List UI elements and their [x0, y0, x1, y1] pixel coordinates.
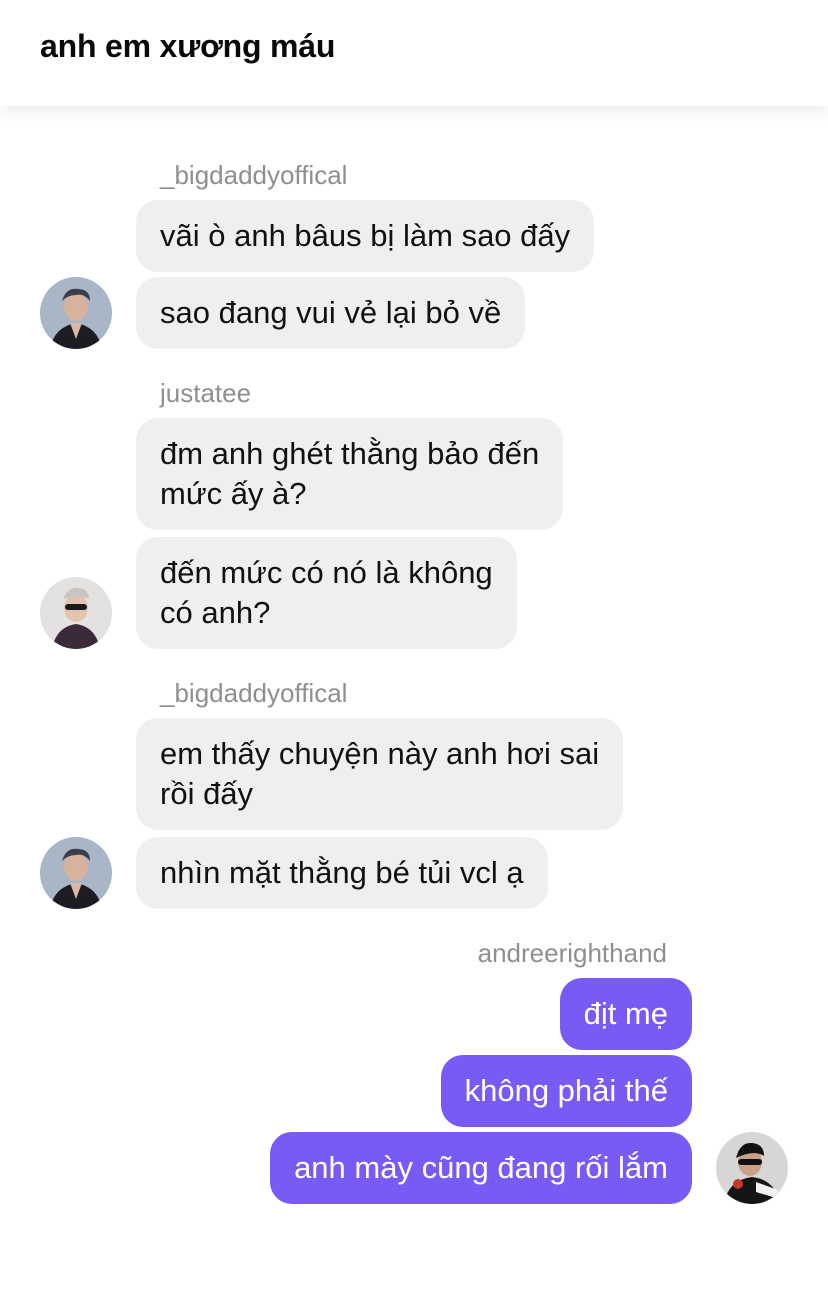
message-bubble[interactable]: nhìn mặt thằng bé tủi vcl ạ: [136, 837, 548, 909]
user-avatar-andree-icon[interactable]: [716, 1132, 788, 1204]
message-bubble[interactable]: không phải thế: [440, 1055, 692, 1127]
user-avatar-bigdaddy-icon[interactable]: [40, 837, 112, 909]
message-bubble[interactable]: vãi ò anh bâus bị làm sao đấy: [136, 200, 595, 272]
sender-name[interactable]: _bigdaddyoffical: [160, 160, 347, 191]
chat-title[interactable]: anh em xương máu: [40, 28, 335, 65]
user-avatar-justatee-icon[interactable]: [40, 577, 112, 649]
message-bubble[interactable]: đến mức có nó là không có anh?: [136, 537, 517, 649]
sender-name[interactable]: justatee: [160, 378, 251, 409]
message-bubble[interactable]: em thấy chuyện này anh hơi sai rồi đấy: [136, 718, 624, 830]
chat-header: anh em xương máu: [0, 0, 828, 106]
message-bubble[interactable]: đm anh ghét thằng bảo đến mức ấy à?: [136, 418, 564, 530]
user-avatar-bigdaddy-icon[interactable]: [40, 277, 112, 349]
sender-name[interactable]: _bigdaddyoffical: [160, 678, 347, 709]
message-bubble[interactable]: anh mày cũng đang rối lắm: [270, 1132, 692, 1204]
message-bubble[interactable]: địt mẹ: [559, 978, 692, 1050]
sender-name[interactable]: andreerighthand: [478, 938, 667, 969]
message-bubble[interactable]: sao đang vui vẻ lại bỏ về: [136, 277, 526, 349]
